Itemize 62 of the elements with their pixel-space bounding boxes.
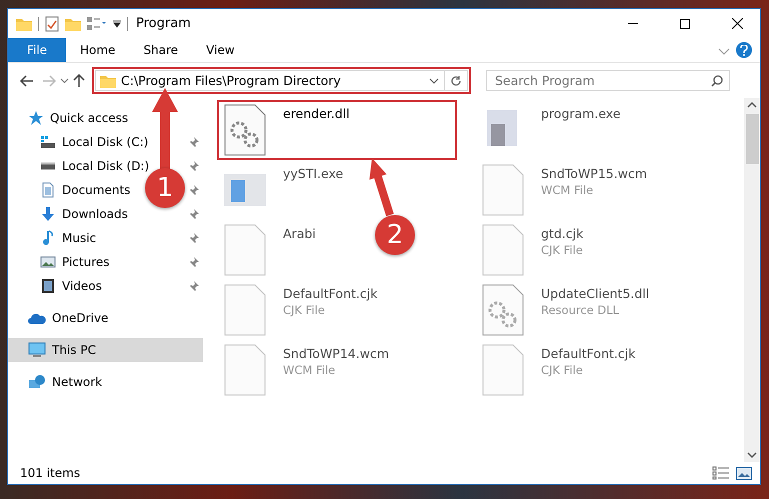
file-name: SndToWP14.wcm bbox=[283, 346, 389, 361]
pin-icon[interactable] bbox=[189, 257, 199, 267]
nav-item[interactable]: Quick access bbox=[50, 111, 128, 125]
window-title: Program bbox=[136, 16, 192, 31]
file-name: gtd.cjk bbox=[541, 226, 584, 241]
file-type: CJK File bbox=[541, 363, 584, 377]
ribbon-tab[interactable]: Share bbox=[129, 38, 192, 62]
file-name: program.exe bbox=[541, 106, 621, 121]
file-name: Arabi bbox=[283, 226, 316, 241]
file-type: WCM File bbox=[541, 183, 594, 197]
file-type: WCM File bbox=[283, 363, 336, 377]
refresh-icon bbox=[450, 74, 462, 86]
nav-item[interactable]: Downloads bbox=[62, 207, 128, 221]
maximize-icon bbox=[680, 18, 690, 28]
highlighted-file-item[interactable]: erender.dll bbox=[219, 102, 455, 158]
chevron-down-icon[interactable] bbox=[429, 78, 439, 84]
large-icons-view-icon[interactable] bbox=[736, 466, 752, 480]
nav-item[interactable]: Pictures bbox=[62, 255, 110, 269]
file-name: yySTI.exe bbox=[283, 166, 344, 181]
file-name: DefaultFont.cjk bbox=[283, 286, 378, 301]
nav-item[interactable]: Network bbox=[52, 375, 102, 389]
new-folder-icon bbox=[65, 16, 81, 30]
properties-icon[interactable] bbox=[45, 16, 59, 32]
file-type: CJK File bbox=[283, 303, 326, 317]
close-icon bbox=[732, 18, 742, 29]
up-icon[interactable] bbox=[73, 74, 85, 88]
pin-icon[interactable] bbox=[189, 209, 199, 219]
file-name: DefaultFont.cjk bbox=[541, 346, 636, 361]
dropdown-icon[interactable] bbox=[113, 20, 121, 28]
nav-item[interactable]: Local Disk (C:) bbox=[62, 135, 148, 149]
file-name: erender.dll bbox=[283, 106, 350, 121]
details-view-icon[interactable] bbox=[712, 466, 730, 480]
ribbon-tab[interactable]: View bbox=[192, 38, 249, 62]
recent-locations-icon[interactable] bbox=[60, 78, 69, 84]
folder-icon bbox=[100, 74, 116, 88]
pin-icon[interactable] bbox=[189, 281, 199, 291]
search-field[interactable]: Search Program bbox=[486, 70, 730, 91]
file-name: UpdateClient5.dll bbox=[541, 286, 650, 301]
nav-item[interactable]: Documents bbox=[62, 183, 130, 197]
selected-nav-item[interactable]: This PC bbox=[8, 338, 203, 362]
nav-item[interactable]: Music bbox=[62, 231, 96, 245]
item-count: 101 items bbox=[20, 466, 80, 480]
file-tab[interactable]: File bbox=[8, 38, 66, 62]
address-bar[interactable]: C:\Program Files\Program Directory bbox=[95, 70, 468, 91]
pin-icon[interactable] bbox=[189, 161, 199, 171]
expand-ribbon-icon[interactable] bbox=[718, 48, 730, 56]
search-icon[interactable] bbox=[711, 74, 723, 86]
file-type: Resource DLL bbox=[541, 303, 620, 317]
file-type: CJK File bbox=[541, 243, 584, 257]
pin-icon[interactable] bbox=[189, 185, 199, 195]
nav-item[interactable]: OneDrive bbox=[52, 311, 108, 325]
minimize-icon bbox=[628, 23, 638, 24]
ribbon-tab[interactable]: Home bbox=[66, 38, 130, 62]
view-options-icon[interactable] bbox=[87, 16, 107, 30]
pin-icon[interactable] bbox=[189, 233, 199, 243]
help-icon[interactable] bbox=[736, 42, 752, 58]
scrollbar-thumb[interactable] bbox=[746, 114, 758, 164]
callout-arrow bbox=[369, 158, 394, 216]
nav-item[interactable]: Videos bbox=[62, 279, 102, 293]
pin-icon[interactable] bbox=[189, 137, 199, 147]
file-name: SndToWP15.wcm bbox=[541, 166, 647, 181]
folder-icon bbox=[16, 16, 32, 30]
